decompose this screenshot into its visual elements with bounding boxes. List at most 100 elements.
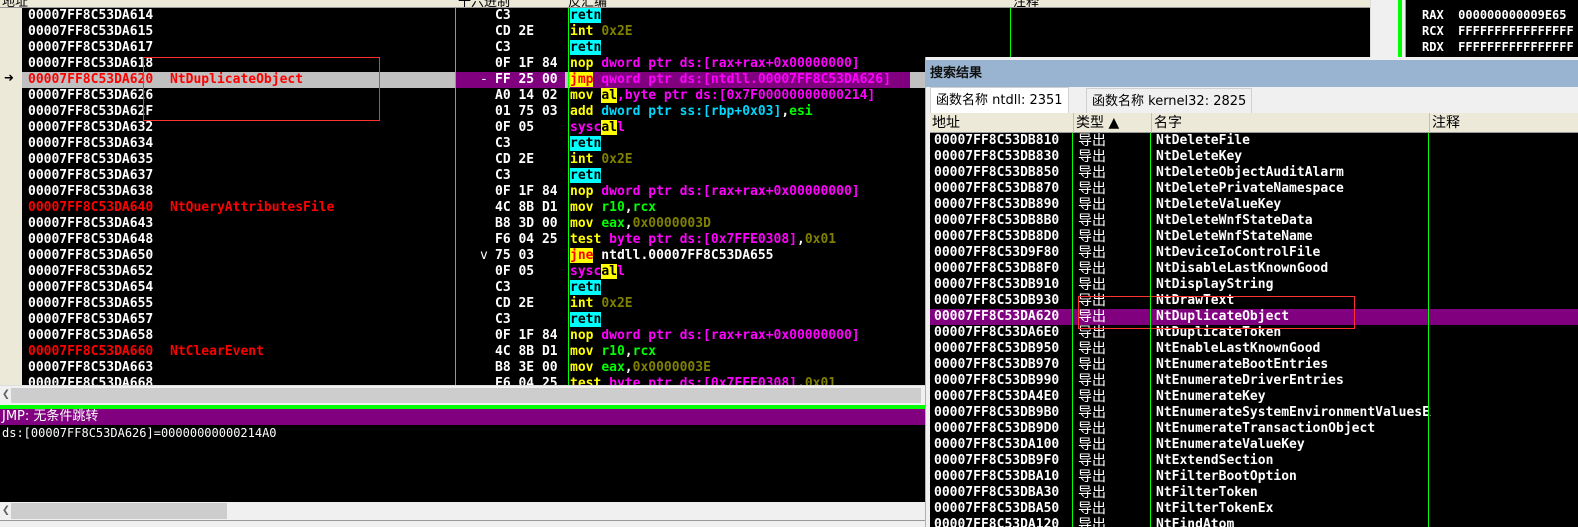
tab-ntdll[interactable]: 函数名称 ntdll: 2351	[930, 87, 1069, 114]
scrollbar-thumb[interactable]	[11, 388, 921, 403]
info-horizontal-scrollbar[interactable]: ❮	[0, 502, 930, 520]
result-row[interactable]: 00007FF8C53DB870 导出 NtDeletePrivateNamespa…	[930, 181, 1578, 197]
scroll-left-icon[interactable]: ❮	[2, 387, 10, 402]
result-row[interactable]: 00007FF8C53DB8B0 导出 NtDeleteWnfStateData	[930, 213, 1578, 229]
tab-kernel32[interactable]: 函数名称 kernel32: 2825	[1086, 88, 1253, 113]
disassembly-vertical-scrollbar[interactable]	[1370, 0, 1395, 57]
result-row[interactable]: 00007FF8C53DA620 导出 NtDuplicateObject	[930, 309, 1578, 325]
token: 0x01	[804, 376, 837, 385]
result-row[interactable]: 00007FF8C53DA120 导出 NtFindAtom	[930, 517, 1578, 527]
register-name: RAX	[1422, 8, 1444, 22]
address: 00007FF8C53DA668	[28, 376, 154, 385]
disassembly-horizontal-scrollbar[interactable]: ❮	[0, 385, 930, 404]
token: nop	[570, 56, 594, 71]
result-name: NtEnumerateDriverEntries	[1156, 373, 1344, 388]
scrollbar-thumb[interactable]	[11, 503, 227, 519]
result-row[interactable]: 00007FF8C53DB830 导出 NtDeleteKey	[930, 149, 1578, 165]
address: 00007FF8C53DA637	[28, 168, 154, 183]
result-address: 00007FF8C53DB970	[934, 357, 1060, 372]
result-row[interactable]: 00007FF8C53DB8D0 导出 NtDeleteWnfStateName	[930, 229, 1578, 245]
result-row[interactable]: 00007FF8C53DB890 导出 NtDeleteValueKey	[930, 197, 1578, 213]
registers-panel[interactable]: RAX 000000000009E65 RCX FFFFFFFFFFFFFFFF R…	[1405, 0, 1578, 57]
result-row[interactable]: 00007FF8C53DB8F0 导出 NtDisableLastKnownGood	[930, 261, 1578, 277]
result-row[interactable]: 00007FF8C53DB990 导出 NtEnumerateDriverEntri…	[930, 373, 1578, 389]
hex-bytes: 0F 1F 84	[495, 184, 558, 199]
result-address: 00007FF8C53DB890	[934, 197, 1060, 212]
result-name: NtDeleteFile	[1156, 133, 1250, 148]
result-address: 00007FF8C53DB830	[934, 149, 1060, 164]
address: 00007FF8C53DA652	[28, 264, 154, 279]
window-title[interactable]: 搜索结果	[926, 57, 1578, 87]
result-row[interactable]: 00007FF8C53DB950 导出 NtEnableLastKnownGood	[930, 341, 1578, 357]
hex-bytes: 0F 1F 84	[495, 56, 558, 71]
disassembly: add dword ptr ss:[rbp+0x03],esi	[570, 104, 813, 120]
hex-bytes: C3	[495, 136, 511, 151]
result-type: 导出	[1078, 373, 1106, 389]
result-address: 00007FF8C53DB8B0	[934, 213, 1060, 228]
result-row[interactable]: 00007FF8C53DA6E0 导出 NtDuplicateToken	[930, 325, 1578, 341]
splitter[interactable]	[1398, 0, 1402, 57]
result-row[interactable]: 00007FF8C53DB930 导出 NtDrawText	[930, 293, 1578, 309]
token: ,	[624, 360, 633, 375]
token: eax	[601, 216, 625, 231]
header-comment[interactable]: 注释	[1429, 113, 1460, 133]
token: ,	[624, 216, 633, 231]
result-name: NtDuplicateObject	[1156, 309, 1290, 324]
token: al	[601, 88, 617, 103]
header-address[interactable]: 地址	[930, 113, 960, 133]
result-row[interactable]: 00007FF8C53DA100 导出 NtEnumerateValueKey	[930, 437, 1578, 453]
token: al	[601, 264, 617, 279]
address: 00007FF8C53DA620	[28, 72, 154, 87]
result-row[interactable]: 00007FF8C53DB970 导出 NtEnumerateBootEntries	[930, 357, 1578, 373]
column-separator	[568, 8, 569, 385]
result-type: 导出	[1078, 341, 1106, 357]
register-row[interactable]: RCX FFFFFFFFFFFFFFFF	[1422, 24, 1574, 38]
header-address[interactable]: 地址	[2, 0, 28, 7]
hex-bytes: F6 04 25	[495, 232, 558, 247]
breakpoint-gutter[interactable]	[0, 8, 22, 385]
hex-bytes: CD 2E	[495, 296, 535, 311]
scroll-left-icon[interactable]: ❮	[2, 503, 10, 518]
result-row[interactable]: 00007FF8C53DA4E0 导出 NtEnumerateKey	[930, 389, 1578, 405]
symbol-label: NtDuplicateObject	[170, 72, 304, 87]
token: mov	[570, 216, 594, 231]
result-row[interactable]: 00007FF8C53DB910 导出 NtDisplayString	[930, 277, 1578, 293]
result-row[interactable]: 00007FF8C53DBA50 导出 NtFilterTokenEx	[930, 501, 1578, 517]
result-address: 00007FF8C53DB990	[934, 373, 1060, 388]
result-row[interactable]: 00007FF8C53DB850 导出 NtDeleteObjectAuditAla…	[930, 165, 1578, 181]
result-row[interactable]: 00007FF8C53DB810 导出 NtDeleteFile	[930, 133, 1578, 149]
register-row[interactable]: RAX 000000000009E65	[1422, 8, 1567, 22]
disassembly: retn	[570, 312, 602, 328]
register-row[interactable]: RDX FFFFFFFFFFFFFFFF	[1422, 40, 1574, 54]
search-results-window[interactable]: 搜索结果 函数名称 ntdll: 2351 函数名称 kernel32: 282…	[925, 57, 1578, 527]
header-hex[interactable]: 十六进制	[458, 0, 510, 7]
result-row[interactable]: 00007FF8C53DB9D0 导出 NtEnumerateTransaction…	[930, 421, 1578, 437]
result-name: NtExtendSection	[1156, 453, 1274, 468]
header-name[interactable]: 名字	[1151, 113, 1182, 133]
address: 00007FF8C53DA655	[28, 296, 154, 311]
register-name: RDX	[1422, 40, 1444, 54]
header-type[interactable]: 类型 ▲	[1073, 113, 1119, 133]
result-row[interactable]: 00007FF8C53DBA10 导出 NtFilterBootOption	[930, 469, 1578, 485]
result-type: 导出	[1078, 437, 1106, 453]
token: rcx	[632, 200, 657, 215]
header-comment[interactable]: 注释	[1013, 0, 1039, 7]
disassembly-row[interactable]: 00007FF8C53DA615 CD 2E int 0x2E	[22, 24, 1370, 40]
column-separator	[455, 8, 456, 385]
results-list[interactable]: 00007FF8C53DB810 导出 NtDeleteFile 00007FF8C5…	[930, 133, 1578, 527]
column-separator	[1428, 133, 1429, 527]
result-row[interactable]: 00007FF8C53DB9F0 导出 NtExtendSection	[930, 453, 1578, 469]
result-name: NtEnableLastKnownGood	[1156, 341, 1321, 356]
token: 0x0000003E	[632, 360, 711, 375]
result-row[interactable]: 00007FF8C53DBA30 导出 NtFilterToken	[930, 485, 1578, 501]
result-type: 导出	[1078, 181, 1106, 197]
result-type: 导出	[1078, 309, 1106, 325]
header-disassembly[interactable]: 反汇编	[568, 0, 607, 7]
result-row[interactable]: 00007FF8C53DB9B0 导出 NtEnumerateSystemEnvir…	[930, 405, 1578, 421]
token: ,	[796, 376, 805, 385]
disassembly-row[interactable]: 00007FF8C53DA614 C3 retn	[22, 8, 1370, 24]
disassembly-row[interactable]: 00007FF8C53DA617 C3 retn	[22, 40, 1370, 56]
result-name: NtDeleteWnfStateName	[1156, 229, 1313, 244]
jump-arrow-icon: -	[480, 72, 488, 87]
result-row[interactable]: 00007FF8C53D9F80 导出 NtDeviceIoControlFile	[930, 245, 1578, 261]
